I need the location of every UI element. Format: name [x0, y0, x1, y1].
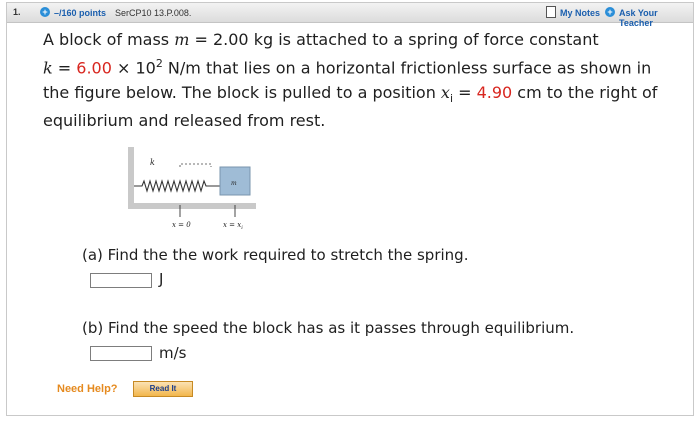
problem-line-2: k = 6.00 × 102 N/m that lies on a horizo… [43, 57, 652, 78]
question-header: 1. + –/160 points SerCP10 13.P.008. My N… [7, 3, 693, 28]
k-label: k [150, 158, 155, 167]
xi-label: x = xi [223, 221, 243, 231]
part-a-question: (a) Find the the work required to stretc… [82, 246, 469, 264]
ask-teacher-link[interactable]: Ask Your Teacher [619, 8, 693, 28]
mass-label: m [231, 180, 237, 187]
stretch-bracket [179, 163, 212, 167]
question-number: 1. [13, 7, 21, 17]
part-b-question: (b) Find the speed the block has as it p… [82, 319, 575, 337]
part-b-answer-input[interactable] [90, 346, 152, 361]
problem-line-3: the figure below. The block is pulled to… [43, 83, 658, 106]
notes-icon[interactable] [546, 6, 556, 18]
x0-label: x = 0 [172, 221, 191, 229]
need-help-label: Need Help? [57, 383, 118, 395]
my-notes-link[interactable]: My Notes [560, 8, 600, 18]
spring-block-figure: k m x = 0 x = xi [120, 145, 265, 235]
problem-line-4: equilibrium and released from rest. [43, 111, 326, 130]
given-value-xi: 4.90 [476, 83, 513, 102]
part-a-unit: J [159, 270, 164, 288]
ask-teacher-plus-icon[interactable]: + [605, 7, 615, 17]
problem-line-1: A block of mass m = 2.00 kg is attached … [43, 30, 599, 49]
points-label: –/160 points [54, 8, 107, 18]
given-value-k: 6.00 [76, 58, 112, 78]
read-it-button[interactable]: Read It [133, 381, 193, 397]
part-a-answer-input[interactable] [90, 273, 152, 288]
part-b-unit: m/s [159, 344, 187, 362]
spring [134, 179, 220, 193]
wall [128, 147, 134, 205]
expand-plus-icon[interactable]: + [40, 7, 50, 17]
assignment-id: SerCP10 13.P.008. [115, 8, 192, 18]
floor [128, 203, 256, 209]
